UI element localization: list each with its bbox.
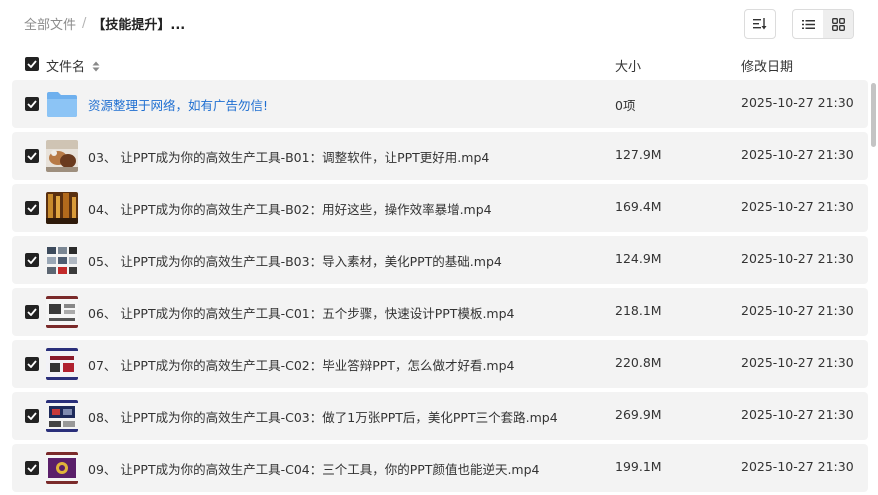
file-modified-date: 2025-10-27 21:30 (741, 147, 854, 162)
check-icon (27, 152, 37, 160)
row-checkbox[interactable] (25, 305, 39, 319)
video-thumbnail (46, 348, 78, 380)
file-size: 124.9M (615, 251, 662, 266)
breadcrumb-separator: / (82, 16, 87, 31)
file-row[interactable]: 08、 让PPT成为你的高效生产工具-C03：做了1万张PPT后，美化PPT三个… (12, 392, 868, 440)
check-icon (27, 60, 37, 68)
video-thumbnail (46, 192, 78, 224)
check-icon (27, 412, 37, 420)
view-toggle (792, 9, 854, 39)
file-modified-date: 2025-10-27 21:30 (741, 95, 854, 110)
file-row[interactable]: 05、 让PPT成为你的高效生产工具-B03：导入素材，美化PPT的基础.mp4… (12, 236, 868, 284)
check-icon (27, 100, 37, 108)
file-size: 127.9M (615, 147, 662, 162)
list-view-button[interactable] (793, 10, 823, 38)
video-thumbnail (46, 400, 78, 432)
row-checkbox[interactable] (25, 201, 39, 215)
folder-icon (46, 88, 78, 120)
file-row[interactable]: 07、 让PPT成为你的高效生产工具-C02：毕业答辩PPT，怎么做才好看.mp… (12, 340, 868, 388)
row-checkbox[interactable] (25, 97, 39, 111)
check-icon (27, 464, 37, 472)
file-row[interactable]: 09、 让PPT成为你的高效生产工具-C04：三个工具，你的PPT颜值也能逆天.… (12, 444, 868, 492)
sort-icon (753, 18, 767, 30)
row-checkbox[interactable] (25, 461, 39, 475)
file-modified-date: 2025-10-27 21:30 (741, 303, 854, 318)
file-size: 199.1M (615, 459, 662, 474)
breadcrumb: 全部文件 / 【技能提升】... (24, 14, 185, 33)
column-header-name-label: 文件名 (46, 60, 86, 75)
file-name[interactable]: 08、 让PPT成为你的高效生产工具-C03：做了1万张PPT后，美化PPT三个… (88, 407, 558, 426)
file-size: 220.8M (615, 355, 662, 370)
column-header-size[interactable]: 大小 (615, 56, 641, 75)
file-size: 218.1M (615, 303, 662, 318)
check-icon (27, 256, 37, 264)
file-name[interactable]: 03、 让PPT成为你的高效生产工具-B01：调整软件，让PPT更好用.mp4 (88, 147, 489, 166)
select-all-checkbox[interactable] (25, 57, 39, 71)
grid-view-button[interactable] (823, 10, 853, 38)
file-row[interactable]: 06、 让PPT成为你的高效生产工具-C01：五个步骤，快速设计PPT模板.mp… (12, 288, 868, 336)
file-name[interactable]: 07、 让PPT成为你的高效生产工具-C02：毕业答辩PPT，怎么做才好看.mp… (88, 355, 514, 374)
video-thumbnail (46, 296, 78, 328)
row-checkbox[interactable] (25, 149, 39, 163)
row-checkbox[interactable] (25, 409, 39, 423)
check-icon (27, 360, 37, 368)
file-name[interactable]: 资源整理于网络，如有广告勿信! (88, 95, 268, 114)
grid-view-icon (831, 17, 845, 31)
row-checkbox[interactable] (25, 357, 39, 371)
file-name[interactable]: 06、 让PPT成为你的高效生产工具-C01：五个步骤，快速设计PPT模板.mp… (88, 303, 514, 322)
top-bar: 全部文件 / 【技能提升】... (0, 0, 878, 48)
sort-button[interactable] (744, 9, 776, 39)
file-size: 169.4M (615, 199, 662, 214)
breadcrumb-root-link[interactable]: 全部文件 (24, 14, 76, 33)
vertical-scrollbar[interactable] (871, 80, 876, 495)
file-modified-date: 2025-10-27 21:30 (741, 407, 854, 422)
column-header-modified[interactable]: 修改日期 (741, 56, 793, 75)
video-thumbnail (46, 140, 78, 172)
file-size: 269.9M (615, 407, 662, 422)
file-row[interactable]: 03、 让PPT成为你的高效生产工具-B01：调整软件，让PPT更好用.mp4 … (12, 132, 868, 180)
scrollbar-thumb[interactable] (871, 83, 876, 147)
file-name[interactable]: 04、 让PPT成为你的高效生产工具-B02：用好这些，操作效率暴增.mp4 (88, 199, 492, 218)
row-checkbox[interactable] (25, 253, 39, 267)
breadcrumb-current-folder: 【技能提升】... (92, 18, 186, 33)
file-list: 资源整理于网络，如有广告勿信! 0项 2025-10-27 21:30 03、 … (12, 80, 868, 495)
file-row[interactable]: 资源整理于网络，如有广告勿信! 0项 2025-10-27 21:30 (12, 80, 868, 128)
check-icon (27, 204, 37, 212)
file-list-header: 文件名 大小 修改日期 (0, 48, 878, 80)
file-modified-date: 2025-10-27 21:30 (741, 459, 854, 474)
file-name[interactable]: 05、 让PPT成为你的高效生产工具-B03：导入素材，美化PPT的基础.mp4 (88, 251, 502, 270)
list-view-icon (801, 19, 815, 29)
video-thumbnail (46, 244, 78, 276)
video-thumbnail (46, 452, 78, 484)
file-modified-date: 2025-10-27 21:30 (741, 199, 854, 214)
sort-toggle-icon (92, 61, 100, 72)
file-name[interactable]: 09、 让PPT成为你的高效生产工具-C04：三个工具，你的PPT颜值也能逆天.… (88, 459, 539, 478)
file-modified-date: 2025-10-27 21:30 (741, 355, 854, 370)
file-modified-date: 2025-10-27 21:30 (741, 251, 854, 266)
check-icon (27, 308, 37, 316)
file-row[interactable]: 04、 让PPT成为你的高效生产工具-B02：用好这些，操作效率暴增.mp4 1… (12, 184, 868, 232)
file-size: 0项 (615, 98, 636, 113)
column-header-name[interactable]: 文件名 (46, 56, 100, 75)
